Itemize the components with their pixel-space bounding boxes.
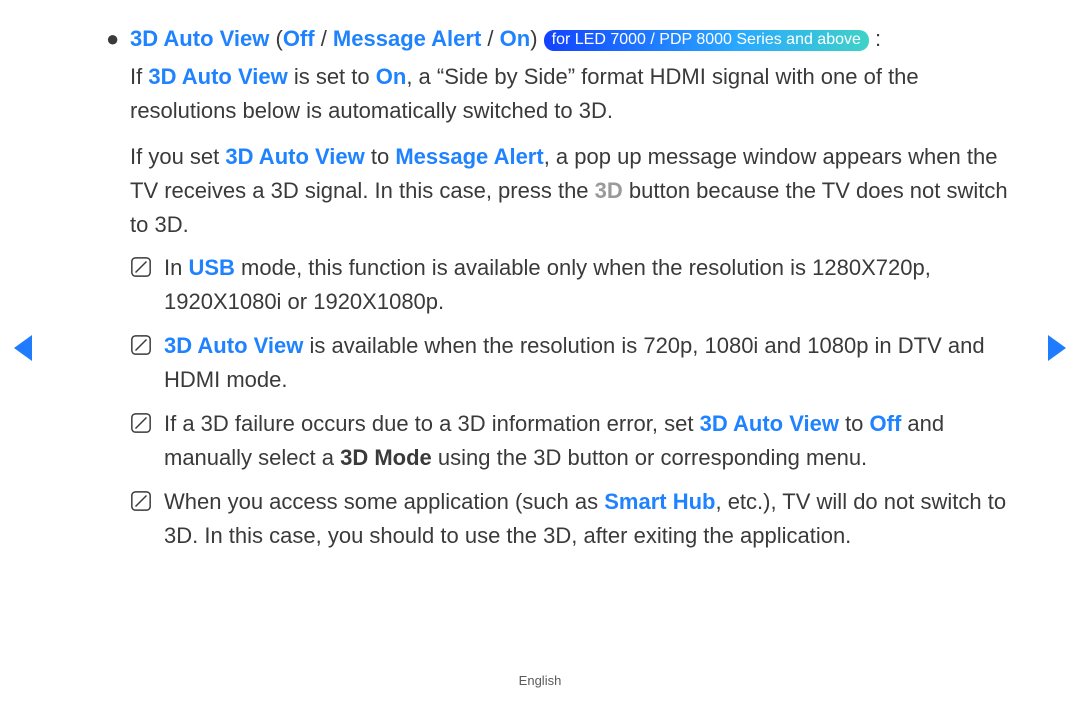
n4-b: Smart Hub (604, 489, 715, 514)
p2-c: to (365, 144, 396, 169)
paren-open: ( (269, 26, 282, 51)
p1-d: On (376, 64, 407, 89)
note-3-body: If a 3D failure occurs due to a 3D infor… (164, 407, 1020, 475)
n1-c: mode, this function is available only wh… (164, 255, 931, 314)
bullet-icon: ● (100, 22, 130, 56)
manual-page: ● 3D Auto View (Off / Message Alert / On… (0, 0, 1080, 705)
n2-a: 3D Auto View (164, 333, 303, 358)
content-area: ● 3D Auto View (Off / Message Alert / On… (100, 22, 1020, 563)
header-colon: : (869, 26, 881, 51)
n3-c: to (839, 411, 870, 436)
n3-b: 3D Auto View (700, 411, 839, 436)
note-4: When you access some application (such a… (130, 485, 1020, 553)
paragraph-2: If you set 3D Auto View to Message Alert… (130, 140, 1020, 242)
note-3: If a 3D failure occurs due to a 3D infor… (130, 407, 1020, 475)
paren-close: ) (530, 26, 543, 51)
note-icon (130, 251, 164, 288)
n3-d: Off (870, 411, 902, 436)
note-icon (130, 329, 164, 366)
note-list: In USB mode, this function is available … (100, 251, 1020, 554)
note-2: 3D Auto View is available when the resol… (130, 329, 1020, 397)
feature-name: 3D Auto View (130, 26, 269, 51)
series-badge: for LED 7000 / PDP 8000 Series and above (544, 30, 869, 51)
sep1: / (315, 26, 333, 51)
p2-b: 3D Auto View (225, 144, 364, 169)
option-off: Off (283, 26, 315, 51)
note-icon (130, 485, 164, 522)
n3-f: 3D Mode (340, 445, 432, 470)
note-2-body: 3D Auto View is available when the resol… (164, 329, 1020, 397)
p1-c: is set to (288, 64, 376, 89)
p1-a: If (130, 64, 148, 89)
footer-language: English (0, 671, 1080, 691)
note-icon (130, 407, 164, 444)
n4-a: When you access some application (such a… (164, 489, 604, 514)
p1-b: 3D Auto View (148, 64, 287, 89)
paragraph-1: If 3D Auto View is set to On, a “Side by… (130, 60, 1020, 128)
p2-d: Message Alert (395, 144, 543, 169)
n1-a: In (164, 255, 188, 280)
note-1: In USB mode, this function is available … (130, 251, 1020, 319)
feature-header-text: 3D Auto View (Off / Message Alert / On) … (130, 22, 881, 56)
feature-header: ● 3D Auto View (Off / Message Alert / On… (100, 22, 1020, 56)
p2-a: If you set (130, 144, 225, 169)
n1-b: USB (188, 255, 234, 280)
n3-a: If a 3D failure occurs due to a 3D infor… (164, 411, 700, 436)
note-4-body: When you access some application (such a… (164, 485, 1020, 553)
nav-next-icon[interactable] (1048, 335, 1066, 361)
p2-f: 3D (595, 178, 623, 203)
nav-prev-icon[interactable] (14, 335, 32, 361)
option-message-alert: Message Alert (333, 26, 481, 51)
option-on: On (500, 26, 531, 51)
note-1-body: In USB mode, this function is available … (164, 251, 1020, 319)
n3-g: using the 3D button or corresponding men… (432, 445, 867, 470)
sep2: / (481, 26, 499, 51)
